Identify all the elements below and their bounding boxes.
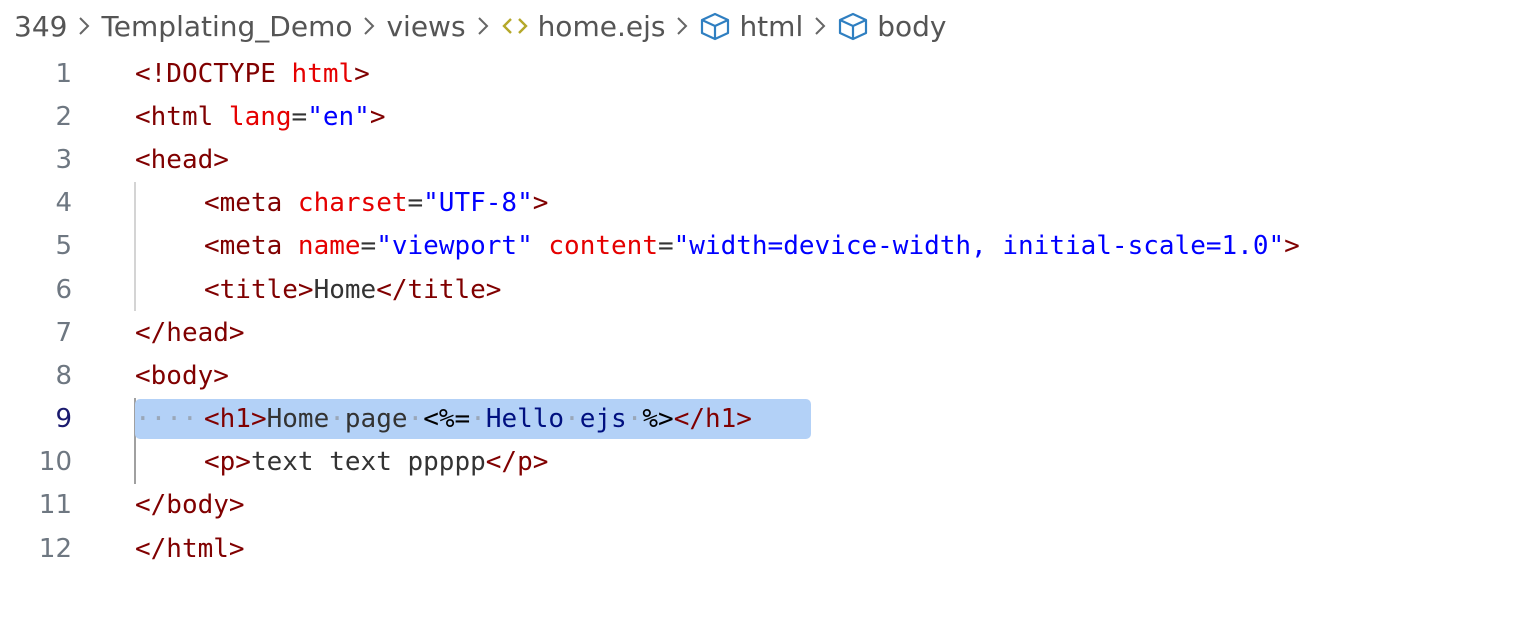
line-content: </body>	[135, 490, 245, 521]
line-number: 3	[55, 144, 72, 175]
line-number: 8	[55, 360, 72, 391]
code-line[interactable]: 7 </head>	[0, 311, 1522, 354]
breadcrumb-label: views	[386, 9, 466, 43]
line-content: </head>	[135, 317, 245, 348]
line-content: <!DOCTYPE html >	[135, 58, 370, 89]
code-line[interactable]: 1 <!DOCTYPE html >	[0, 52, 1522, 95]
line-number: 10	[38, 447, 72, 478]
line-content: <meta name = "viewport" content = "width=dev…	[204, 231, 1300, 262]
breadcrumb-label: 349	[14, 9, 68, 43]
code-line[interactable]: 11 </body>	[0, 484, 1522, 527]
code-line[interactable]: 10 <p> text text ppppp </p>	[0, 441, 1522, 484]
code-editor[interactable]: 349 Templating_Demo views home.ejs html …	[0, 0, 1522, 644]
line-content: </html>	[135, 533, 245, 564]
line-content: <title> Home </title>	[204, 274, 502, 305]
chevron-right-icon	[813, 15, 827, 37]
code-line[interactable]: 12 </html>	[0, 527, 1522, 570]
breadcrumb-item-views[interactable]: views	[386, 10, 465, 43]
code-line-active[interactable]: 9 ···· <h1> Home · page · <%= · Hello · ejs · %> </h1…	[0, 398, 1522, 441]
breadcrumb: 349 Templating_Demo views home.ejs html …	[14, 6, 946, 46]
breadcrumb-label: html	[739, 9, 804, 43]
breadcrumb-item-html[interactable]: html	[699, 10, 803, 43]
line-content: <p> text text ppppp </p>	[204, 447, 549, 478]
code-line[interactable]: 8 <body>	[0, 354, 1522, 397]
element-cube-icon	[837, 11, 869, 41]
code-line[interactable]: 6 <title> Home </title>	[0, 268, 1522, 311]
line-number: 12	[38, 533, 72, 564]
code-line[interactable]: 2 <html lang = "en" >	[0, 95, 1522, 138]
line-content: <meta charset = "UTF-8" >	[204, 188, 549, 219]
line-content: <body>	[135, 360, 229, 391]
code-line[interactable]: 4 <meta charset = "UTF-8" >	[0, 182, 1522, 225]
line-number: 5	[55, 231, 72, 262]
chevron-right-icon	[77, 15, 91, 37]
line-number: 2	[55, 101, 72, 132]
breadcrumb-label: Templating_Demo	[101, 9, 353, 43]
chevron-right-icon	[362, 15, 376, 37]
line-number: 6	[55, 274, 72, 305]
line-number: 11	[38, 490, 72, 521]
line-content: <head>	[135, 144, 229, 175]
chevron-right-icon	[675, 15, 689, 37]
breadcrumb-item-body[interactable]: body	[837, 10, 946, 43]
line-content: ···· <h1> Home · page · <%= · Hello · ejs · %> </h1>	[135, 404, 752, 435]
line-number: 7	[55, 317, 72, 348]
element-cube-icon	[699, 11, 731, 41]
breadcrumb-item-349[interactable]: 349	[14, 10, 67, 43]
chevron-right-icon	[476, 15, 490, 37]
code-area[interactable]: 1 <!DOCTYPE html > 2 <html lang = "en" > 3 <…	[0, 52, 1522, 570]
breadcrumb-label: body	[877, 9, 947, 43]
breadcrumb-item-templating-demo[interactable]: Templating_Demo	[101, 10, 352, 43]
line-number: 9	[55, 404, 72, 435]
code-line[interactable]: 3 <head>	[0, 138, 1522, 181]
ejs-file-icon	[500, 15, 530, 37]
breadcrumb-item-home-ejs[interactable]: home.ejs	[500, 9, 666, 43]
line-number: 1	[55, 58, 72, 89]
line-content: <html lang = "en" >	[135, 101, 386, 132]
breadcrumb-label: home.ejs	[537, 9, 666, 43]
line-number: 4	[55, 188, 72, 219]
code-line[interactable]: 5 <meta name = "viewport" content = "width=d…	[0, 225, 1522, 268]
